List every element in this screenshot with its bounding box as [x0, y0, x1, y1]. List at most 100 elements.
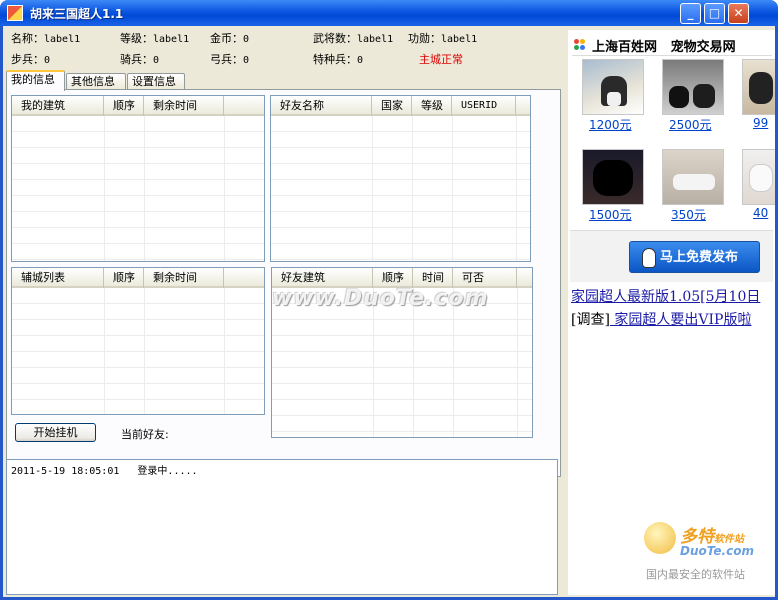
news-link-1[interactable]: 家园超人最新版1.05[5月10日	[571, 286, 760, 306]
news-link-2[interactable]: [调查] 家园超人要出VIP版啦	[571, 309, 751, 329]
generals-label: 武将数：	[313, 32, 357, 45]
archer-label: 弓兵：	[210, 53, 243, 66]
tab-other-info[interactable]: 其他信息	[66, 73, 126, 90]
free-post-button[interactable]: 马上免费发布	[629, 241, 760, 273]
grid-body	[271, 116, 530, 261]
pet-photo[interactable]	[742, 149, 775, 205]
col-header	[516, 96, 530, 116]
watermark-text: www.DuoTe.com	[272, 286, 489, 311]
merit-stat: 功勋：label1	[408, 30, 477, 46]
col-header[interactable]: 好友建筑	[272, 268, 373, 288]
app-window: 胡来三国超人1.1 _ □ ✕ 名称：label1 等级：label1 金币：0…	[0, 0, 778, 600]
title-bar[interactable]: 胡来三国超人1.1 _ □ ✕	[0, 0, 778, 26]
app-icon	[7, 5, 23, 21]
pet-photo[interactable]	[662, 149, 724, 205]
brand-url: DuoTe.com	[680, 544, 754, 558]
tab-settings[interactable]: 设置信息	[127, 73, 185, 90]
col-header	[224, 268, 264, 288]
name-value: label1	[44, 34, 81, 45]
merit-value: label1	[441, 34, 478, 45]
grid-divider	[224, 116, 225, 261]
pointer-hand-icon	[642, 248, 656, 268]
tab-panel-my-info: 我的建筑 顺序 剩余时间 好友名称 国家 等级 USERID 辅城列表 顺序 剩…	[6, 89, 561, 477]
col-header[interactable]: 我的建筑	[12, 96, 104, 116]
name-label: 名称：	[11, 32, 44, 45]
aux-cities-grid[interactable]: 辅城列表 顺序 剩余时间	[11, 267, 265, 415]
start-autoplay-button[interactable]: 开始挂机	[15, 423, 96, 442]
grid-divider	[372, 116, 373, 261]
ad-header: 上海百姓网 宠物交易网	[572, 32, 772, 56]
grid-divider	[104, 116, 105, 261]
col-header[interactable]: USERID	[452, 96, 516, 116]
brand-slogan: 国内最安全的软件站	[646, 568, 745, 581]
grid-divider	[104, 288, 105, 414]
special-stat: 特种兵：0	[313, 51, 363, 67]
price-link[interactable]: 1500元	[589, 206, 632, 223]
news-text: 家园超人要出VIP版啦	[609, 312, 752, 328]
generals-value: label1	[357, 34, 394, 45]
col-header[interactable]: 辅城列表	[12, 268, 104, 288]
close-button[interactable]: ✕	[728, 3, 749, 24]
pet-photo[interactable]	[582, 149, 644, 205]
price-link[interactable]: 99	[753, 116, 768, 130]
archer-value: 0	[243, 55, 250, 66]
post-ad-box: 马上免费发布	[570, 230, 773, 282]
ad-site-title[interactable]: 上海百姓网 宠物交易网	[592, 36, 736, 55]
name-stat: 名称：label1	[11, 30, 80, 46]
grid-divider	[452, 116, 453, 261]
grid-header: 好友名称 国家 等级 USERID	[271, 96, 530, 116]
level-label: 等级：	[120, 32, 153, 45]
price-link[interactable]: 40	[753, 206, 768, 220]
grid-divider	[224, 288, 225, 414]
price-link[interactable]: 1200元	[589, 116, 632, 133]
pet-photo[interactable]	[582, 59, 644, 115]
maximize-button[interactable]: □	[704, 3, 725, 24]
grid-divider	[144, 116, 145, 261]
grid-divider	[517, 288, 518, 437]
log-textarea[interactable]: 2011-5-19 18:05:01 登录中.....	[6, 459, 558, 595]
cavalry-stat: 骑兵：0	[120, 51, 159, 67]
col-header[interactable]: 时间	[413, 268, 453, 288]
col-header[interactable]: 等级	[412, 96, 452, 116]
ad-category: 宠物交易网	[670, 40, 736, 55]
grid-divider	[412, 116, 413, 261]
col-header[interactable]: 可否	[453, 268, 517, 288]
archer-stat: 弓兵：0	[210, 51, 249, 67]
tab-my-info[interactable]: 我的信息	[6, 70, 65, 91]
my-buildings-grid[interactable]: 我的建筑 顺序 剩余时间	[11, 95, 265, 262]
col-header[interactable]: 国家	[372, 96, 412, 116]
free-post-label: 马上免费发布	[660, 250, 739, 265]
grid-divider	[516, 116, 517, 261]
col-header[interactable]: 剩余时间	[144, 96, 224, 116]
grid-header: 好友建筑 顺序 时间 可否	[272, 268, 532, 288]
infantry-value: 0	[44, 55, 51, 66]
site-logo-icon	[574, 39, 588, 51]
window-title: 胡来三国超人1.1	[30, 7, 124, 21]
infantry-label: 步兵：	[11, 53, 44, 66]
col-header[interactable]: 顺序	[373, 268, 413, 288]
cavalry-label: 骑兵：	[120, 53, 153, 66]
col-header	[517, 268, 532, 288]
pet-photo[interactable]	[742, 59, 775, 115]
pet-photo[interactable]	[662, 59, 724, 115]
price-link[interactable]: 2500元	[669, 116, 712, 133]
grid-body	[12, 288, 264, 414]
col-header[interactable]: 顺序	[104, 96, 144, 116]
infantry-stat: 步兵：0	[11, 51, 50, 67]
col-header[interactable]: 剩余时间	[144, 268, 224, 288]
col-header[interactable]: 好友名称	[271, 96, 372, 116]
special-value: 0	[357, 55, 364, 66]
col-header[interactable]: 顺序	[104, 268, 144, 288]
friends-grid[interactable]: 好友名称 国家 等级 USERID	[270, 95, 531, 262]
generals-stat: 武将数：label1	[313, 30, 393, 46]
level-value: label1	[153, 34, 190, 45]
news-prefix: [调查]	[571, 312, 610, 328]
grid-header: 我的建筑 顺序 剩余时间	[12, 96, 264, 116]
col-header	[224, 96, 264, 116]
price-link[interactable]: 350元	[671, 206, 706, 223]
brand-watermark: 多特软件站 DuoTe.com 国内最安全的软件站	[640, 520, 775, 590]
minimize-button[interactable]: _	[680, 3, 701, 24]
merit-label: 功勋：	[408, 32, 441, 45]
gold-stat: 金币：0	[210, 30, 249, 46]
log-line: 2011-5-19 18:05:01 登录中.....	[11, 466, 198, 477]
